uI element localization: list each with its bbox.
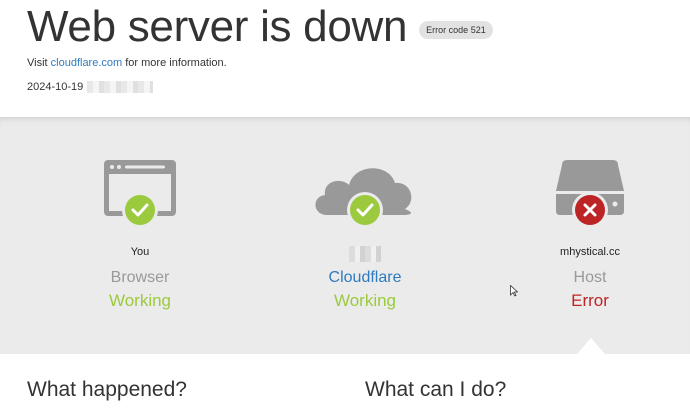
browser-role: Browser xyxy=(110,269,170,286)
host-role: Host xyxy=(573,269,607,286)
status-band: You Browser Working Cloudflare Working m… xyxy=(0,117,690,354)
redacted-time xyxy=(87,81,154,93)
server-drive-icon xyxy=(490,157,690,247)
host-who: mhystical.cc xyxy=(560,246,620,258)
error-header: Web server is down Error code 521 Visit … xyxy=(0,0,690,117)
browser-window-icon xyxy=(40,157,240,247)
timestamp: 2024-10-19 xyxy=(27,81,154,93)
mouse-cursor-icon xyxy=(510,285,518,297)
timestamp-date: 2024-10-19 xyxy=(27,81,84,93)
page-title: Web server is down xyxy=(27,2,408,51)
visit-info: Visit cloudflare.com for more informatio… xyxy=(27,57,227,69)
active-column-caret xyxy=(577,338,605,354)
browser-state: Working xyxy=(108,291,172,310)
what-can-i-do-heading: What can I do? xyxy=(365,378,507,401)
cloudflare-location xyxy=(265,246,465,265)
title-row: Web server is down Error code 521 xyxy=(27,2,493,52)
visit-prefix: Visit xyxy=(27,57,51,69)
cloudflare-link[interactable]: cloudflare.com xyxy=(51,57,123,69)
host-state: Error xyxy=(571,291,609,310)
visit-suffix: for more information. xyxy=(122,57,227,69)
redacted-location xyxy=(349,246,381,262)
cloudflare-state: Working xyxy=(333,291,397,310)
error-code-badge: Error code 521 xyxy=(419,21,493,39)
cloud-icon xyxy=(265,157,465,247)
browser-who: You xyxy=(130,246,150,258)
what-happened-heading: What happened? xyxy=(27,378,187,401)
explanation-section: What happened? What can I do? xyxy=(0,354,690,417)
cloudflare-role-link[interactable]: Cloudflare xyxy=(265,269,465,287)
